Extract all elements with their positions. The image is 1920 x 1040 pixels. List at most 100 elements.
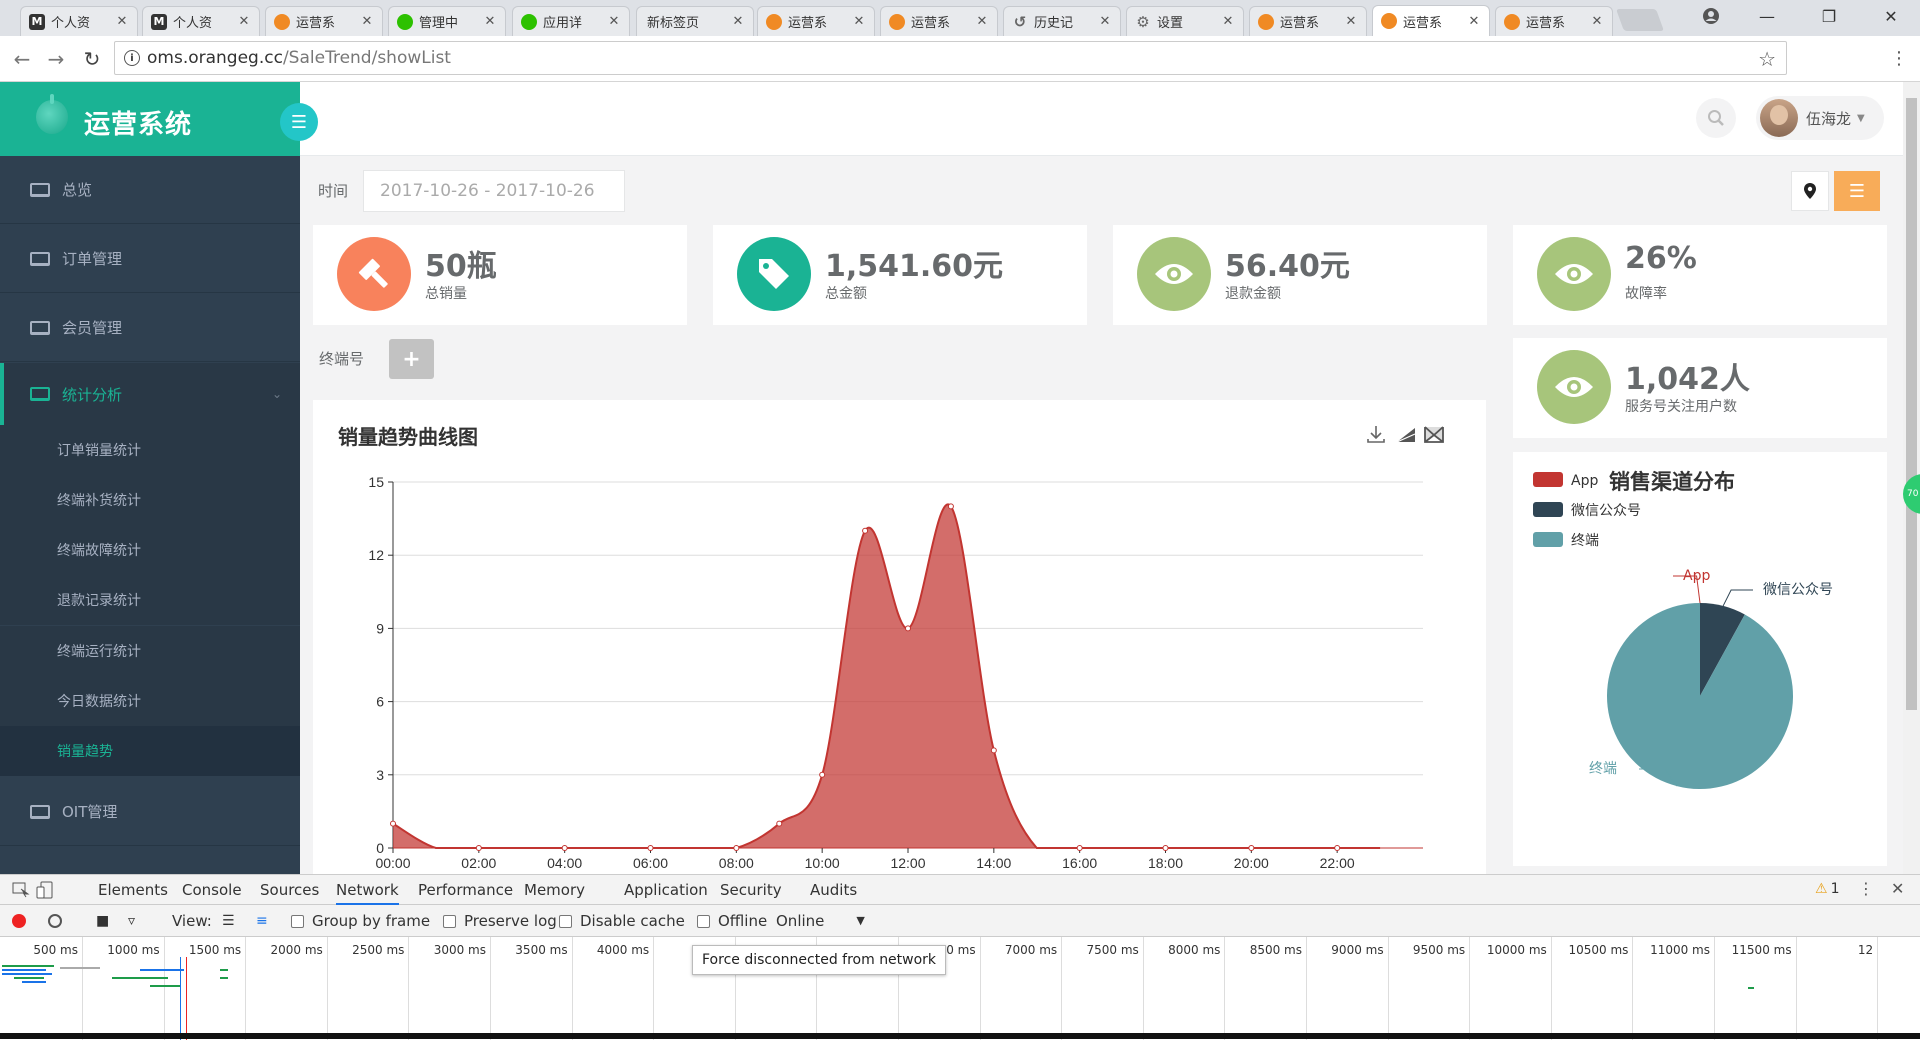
network-overview-timeline[interactable]: 500 ms 1000 ms 1500 ms 2000 ms 2500 ms 3000 m… — [0, 937, 1920, 1040]
sub-today-data[interactable]: 今日数据统计 — [0, 676, 300, 726]
browser-tab[interactable]: ↺ 历史记 ✕ — [1003, 6, 1121, 36]
user-menu[interactable]: 伍海龙 ▼ — [1756, 96, 1884, 140]
reload-icon[interactable]: ↻ — [80, 47, 104, 71]
checkbox[interactable] — [559, 914, 572, 928]
back-icon[interactable]: ← — [10, 47, 34, 71]
disable-cache-checkbox[interactable]: Disable cache — [559, 905, 685, 937]
device-toggle-icon[interactable] — [36, 881, 54, 899]
data-point[interactable] — [561, 845, 568, 851]
close-tab-icon[interactable]: ✕ — [731, 14, 745, 29]
checkbox[interactable] — [291, 914, 304, 928]
devtools-tab-application[interactable]: Application — [624, 875, 708, 905]
browser-tab[interactable]: 运营系 ✕ — [757, 6, 875, 36]
devtools-close-icon[interactable]: ✕ — [1891, 879, 1904, 898]
close-window-icon[interactable]: ✕ — [1868, 0, 1914, 32]
devtools-tab-network[interactable]: Network — [336, 875, 399, 905]
throttle-select[interactable]: Online ▼ — [776, 905, 865, 937]
browser-tab[interactable]: 管理中 ✕ — [388, 6, 506, 36]
hamburger-icon[interactable]: ☰ — [280, 103, 318, 141]
legend-label[interactable]: 微信公众号 — [1571, 503, 1641, 519]
legend-swatch[interactable] — [1533, 502, 1563, 517]
filter-icon[interactable]: ▿ — [128, 905, 135, 937]
browser-tab[interactable]: 运营系 ✕ — [265, 6, 383, 36]
restore-icon[interactable]: ❐ — [1806, 0, 1852, 32]
browser-tab[interactable]: M 个人资 ✕ — [142, 6, 260, 36]
nav-stats[interactable]: 统计分析 ⌄ — [0, 363, 300, 425]
camera-icon[interactable]: ■ — [96, 905, 109, 937]
browser-tab[interactable]: 运营系 ✕ — [1372, 5, 1490, 36]
close-tab-icon[interactable]: ✕ — [852, 14, 866, 29]
data-point[interactable] — [947, 503, 954, 510]
devtools-menu-icon[interactable]: ⋮ — [1858, 879, 1874, 898]
waterfall-icon[interactable]: ≡ — [256, 905, 268, 937]
pie-slice[interactable] — [1607, 603, 1793, 789]
date-range-input[interactable]: 2017-10-26 - 2017-10-26 — [363, 170, 625, 212]
data-point[interactable] — [647, 845, 654, 851]
close-tab-icon[interactable]: ✕ — [1467, 14, 1481, 29]
data-point[interactable] — [1248, 845, 1255, 851]
close-tab-icon[interactable]: ✕ — [1098, 14, 1112, 29]
devtools-tab-console[interactable]: Console — [182, 875, 242, 905]
data-point[interactable] — [862, 527, 869, 534]
close-tab-icon[interactable]: ✕ — [607, 14, 621, 29]
sub-order-sales[interactable]: 订单销量统计 — [0, 425, 300, 475]
forward-icon[interactable]: → — [44, 47, 68, 71]
sub-refund-records[interactable]: 退款记录统计 — [0, 575, 300, 625]
legend-swatch[interactable] — [1533, 472, 1563, 487]
checkbox[interactable] — [443, 914, 456, 928]
search-icon[interactable] — [1696, 98, 1736, 138]
add-terminal-button[interactable]: + — [389, 339, 434, 379]
browser-tab[interactable]: 新标签页 ✕ — [636, 6, 754, 36]
large-rows-icon[interactable]: ☰ — [222, 905, 235, 937]
group-by-frame-checkbox[interactable]: Group by frame — [291, 905, 430, 937]
data-point[interactable] — [475, 845, 482, 851]
data-point[interactable] — [905, 625, 911, 632]
devtools-tab-security[interactable]: Security — [720, 875, 782, 905]
browser-tab[interactable]: M 个人资 ✕ — [20, 6, 138, 36]
close-tab-icon[interactable]: ✕ — [237, 14, 251, 29]
legend-swatch[interactable] — [1533, 532, 1563, 547]
devtools-tab-elements[interactable]: Elements — [98, 875, 168, 905]
close-tab-icon[interactable]: ✕ — [975, 14, 989, 29]
sub-terminal-fault[interactable]: 终端故障统计 — [0, 525, 300, 575]
preserve-log-checkbox[interactable]: Preserve log — [443, 905, 557, 937]
data-point[interactable] — [733, 845, 740, 851]
close-tab-icon[interactable]: ✕ — [483, 14, 497, 29]
close-tab-icon[interactable]: ✕ — [115, 14, 129, 29]
browser-tab[interactable]: ⚙ 设置 ✕ — [1126, 6, 1244, 36]
legend-label[interactable]: App — [1571, 473, 1598, 489]
page-scrollbar-thumb[interactable] — [1906, 98, 1917, 710]
browser-menu-icon[interactable]: ⋮ — [1890, 48, 1908, 69]
data-point[interactable] — [1162, 845, 1169, 851]
warning-counter[interactable]: ⚠ 1 — [1815, 881, 1839, 897]
bookmark-star-icon[interactable]: ☆ — [1758, 47, 1776, 71]
devtools-tab-audits[interactable]: Audits — [810, 875, 857, 905]
data-point[interactable] — [1334, 845, 1341, 851]
browser-tab[interactable]: 运营系 ✕ — [1249, 6, 1367, 36]
devtools-tab-memory[interactable]: Memory — [524, 875, 585, 905]
checkbox[interactable] — [697, 914, 710, 928]
legend-label[interactable]: 终端 — [1571, 533, 1599, 549]
browser-tab[interactable]: 应用详 ✕ — [512, 6, 630, 36]
record-icon[interactable] — [12, 905, 26, 937]
data-point[interactable] — [390, 820, 396, 827]
data-point[interactable] — [990, 747, 997, 754]
devtools-tab-sources[interactable]: Sources — [260, 875, 319, 905]
new-tab-button[interactable] — [1615, 9, 1665, 31]
sub-sales-trend[interactable]: 销量趋势 — [0, 726, 300, 776]
inspect-icon[interactable] — [12, 882, 30, 898]
map-marker-icon[interactable] — [1791, 171, 1829, 211]
data-point[interactable] — [776, 820, 783, 827]
close-tab-icon[interactable]: ✕ — [360, 14, 374, 29]
browser-tab[interactable]: 运营系 ✕ — [1495, 6, 1613, 36]
data-point[interactable] — [1076, 845, 1083, 851]
browser-tab[interactable]: 运营系 ✕ — [880, 6, 998, 36]
nav-overview[interactable]: 总览 — [0, 156, 300, 224]
clear-icon[interactable] — [48, 905, 62, 937]
nav-members[interactable]: 会员管理 — [0, 294, 300, 362]
profile-icon[interactable] — [1688, 0, 1734, 32]
site-info-icon[interactable]: i — [124, 50, 140, 66]
close-tab-icon[interactable]: ✕ — [1221, 14, 1235, 29]
close-tab-icon[interactable]: ✕ — [1590, 14, 1604, 29]
nav-orders[interactable]: 订单管理 — [0, 225, 300, 293]
